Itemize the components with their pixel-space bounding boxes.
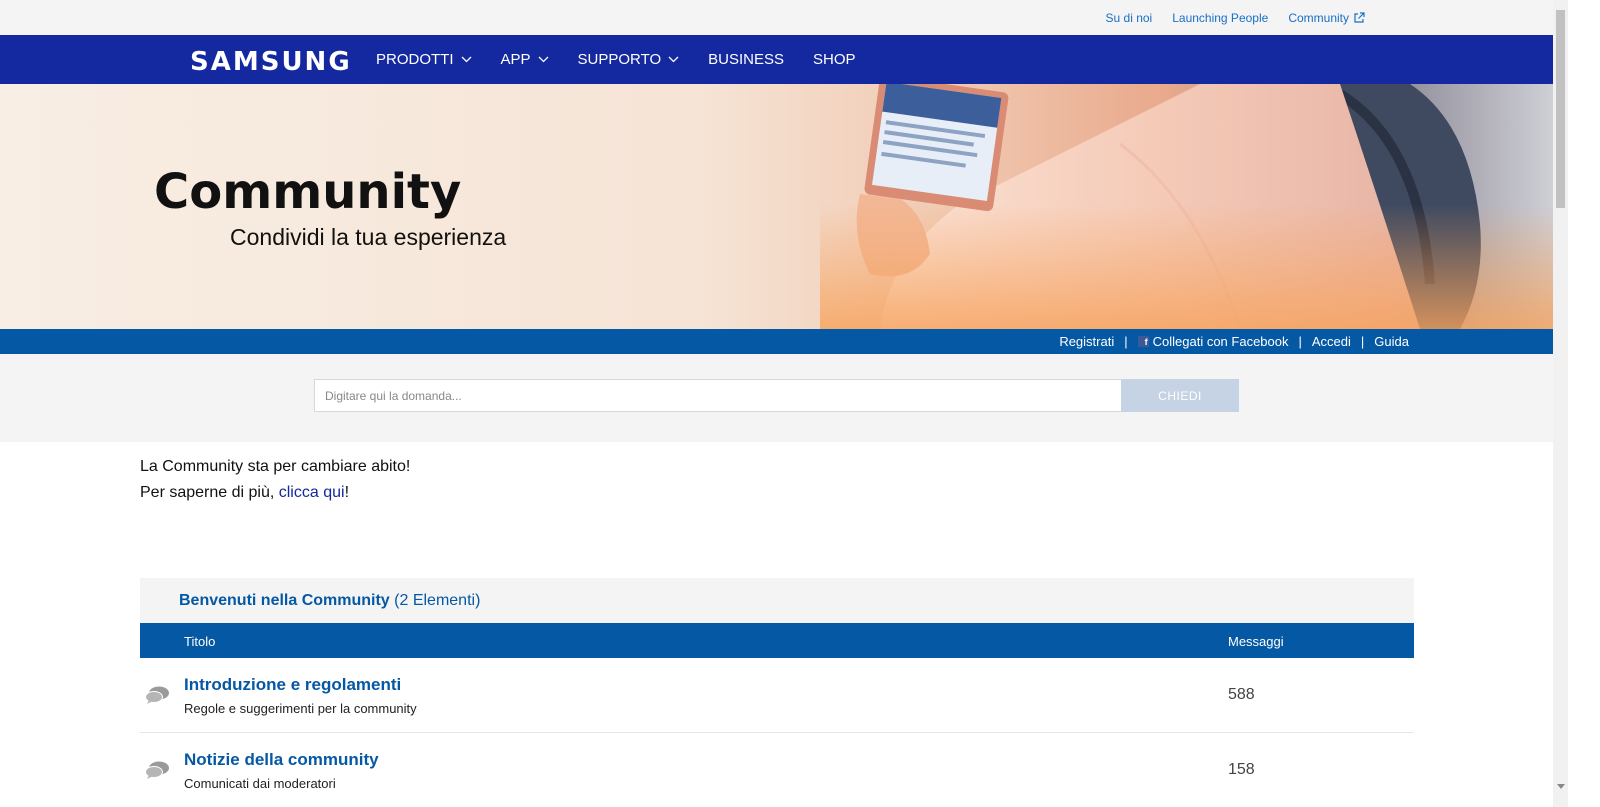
forum-title-link[interactable]: Introduzione e regolamenti [184, 675, 401, 695]
board-header: Benvenuti nella Community (2 Elementi) [140, 578, 1414, 623]
forum-title-link[interactable]: Notizie della community [184, 750, 379, 770]
ask-button[interactable]: CHIEDI [1121, 379, 1239, 412]
help-link[interactable]: Guida [1374, 334, 1409, 349]
external-link-icon [1354, 12, 1365, 23]
nav-item-shop[interactable]: SHOP [813, 51, 856, 68]
utility-bar: Su di noi Launching People Community [0, 0, 1553, 35]
nav-item-label: PRODOTTI [376, 51, 454, 68]
column-header-messages: Messaggi [1228, 634, 1284, 649]
nav-item-supporto[interactable]: SUPPORTO [578, 51, 680, 68]
separator: | [1360, 334, 1365, 349]
column-header-title: Titolo [184, 634, 216, 649]
discussion-bubbles-icon [145, 686, 169, 704]
utility-links: Su di noi Launching People Community [1106, 11, 1365, 25]
facebook-login-link[interactable]: f Collegati con Facebook [1137, 334, 1289, 349]
hero-photo [820, 84, 1553, 329]
board-item-count: (2 Elementi) [394, 592, 481, 609]
nav-item-label: BUSINESS [708, 51, 785, 68]
table-row: Notizie della community Comunicati dai m… [140, 733, 1414, 807]
nav-item-label: SUPPORTO [577, 51, 662, 68]
hero-banner: Community Condividi la tua esperienza [0, 84, 1553, 329]
utility-link-launching-people[interactable]: Launching People [1172, 11, 1268, 25]
account-bar: Registrati | f Collegati con Facebook | … [0, 329, 1553, 354]
nav-item-label: APP [500, 51, 531, 68]
hero-subtitle: Condividi la tua esperienza [230, 224, 507, 250]
message-count: 588 [1228, 686, 1255, 703]
page-margin [1568, 0, 1600, 807]
announcement-line2: Per saperne di più, clicca qui! [140, 480, 410, 506]
main-nav: SAMSUNG PRODOTTI APP SUPPORTO BUSINESS S… [0, 35, 1553, 84]
nav-item-app[interactable]: APP [501, 51, 549, 68]
discussion-bubbles-icon [145, 761, 169, 779]
account-links: Registrati | f Collegati con Facebook | … [1059, 334, 1409, 349]
scrollbar-thumb[interactable] [1556, 10, 1565, 208]
login-link[interactable]: Accedi [1312, 334, 1351, 349]
nav-items: PRODOTTI APP SUPPORTO BUSINESS SHOP [376, 51, 856, 68]
hero-title: Community [154, 164, 462, 220]
scroll-down-arrow-icon[interactable] [1557, 784, 1565, 789]
register-link[interactable]: Registrati [1059, 334, 1114, 349]
separator: | [1298, 334, 1302, 349]
facebook-icon: f [1137, 336, 1149, 347]
utility-link-community-label: Community [1288, 11, 1349, 25]
announcement-link[interactable]: clicca qui [279, 484, 345, 501]
table-row: Introduzione e regolamenti Regole e sugg… [140, 658, 1414, 733]
announcement-suffix: ! [344, 484, 350, 501]
nav-item-business[interactable]: BUSINESS [708, 51, 784, 68]
samsung-logo[interactable]: SAMSUNG [190, 47, 352, 77]
table-header: Titolo Messaggi [140, 623, 1414, 658]
chevron-down-icon [461, 56, 471, 63]
vertical-scrollbar[interactable] [1553, 0, 1568, 807]
question-search-input[interactable] [314, 379, 1122, 412]
message-count: 158 [1228, 761, 1255, 778]
nav-item-label: SHOP [813, 51, 856, 68]
facebook-login-label: Collegati con Facebook [1152, 334, 1289, 349]
utility-link-community[interactable]: Community [1288, 11, 1365, 25]
chevron-down-icon [538, 56, 548, 63]
announcement-line1: La Community sta per cambiare abito! [140, 458, 411, 475]
announcement-prefix: Per saperne di più, [140, 484, 279, 501]
forum-description: Comunicati dai moderatori [184, 776, 336, 791]
chevron-down-icon [668, 56, 679, 63]
board-title-link[interactable]: Benvenuti nella Community [179, 592, 390, 609]
board-title: Benvenuti nella Community (2 Elementi) [179, 592, 480, 610]
nav-item-prodotti[interactable]: PRODOTTI [376, 51, 472, 68]
utility-link-about[interactable]: Su di noi [1106, 11, 1153, 25]
separator: | [1124, 334, 1128, 349]
forum-description: Regole e suggerimenti per la community [184, 701, 417, 716]
announcement: La Community sta per cambiare abito! Per… [140, 454, 410, 506]
search-area: CHIEDI [0, 354, 1553, 442]
